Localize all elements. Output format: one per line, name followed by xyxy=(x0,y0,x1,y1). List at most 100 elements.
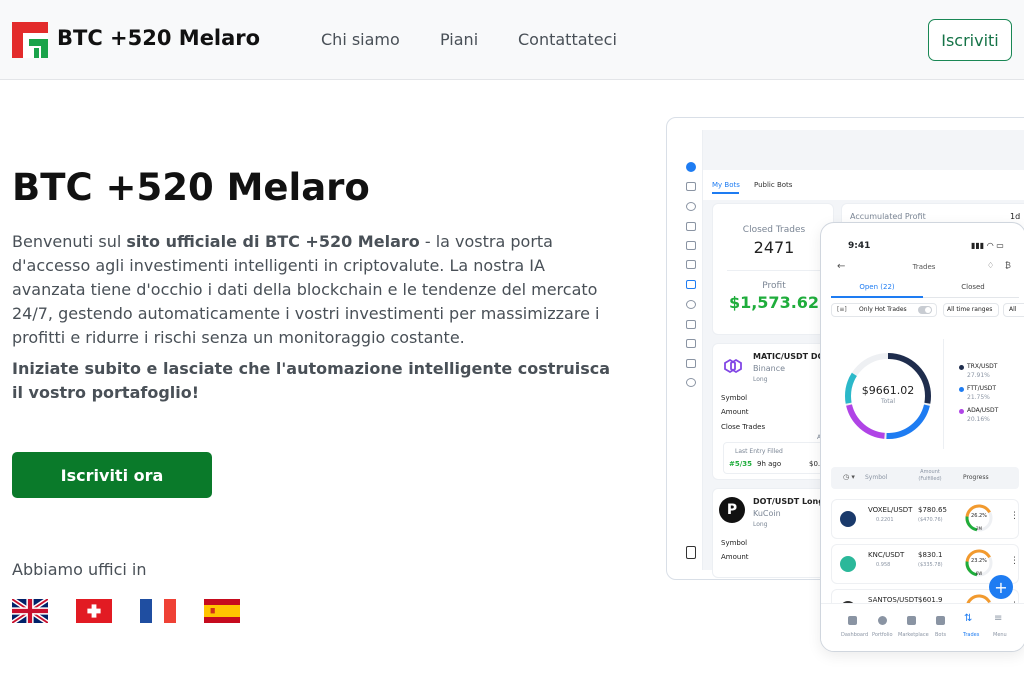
legend-divider xyxy=(943,339,944,449)
legend-dot xyxy=(959,365,964,370)
nav-trades-icon[interactable]: ⇅ xyxy=(964,613,972,624)
tab-active-indicator xyxy=(831,296,923,298)
signup-button[interactable]: Iscriviti xyxy=(928,19,1012,61)
column-progress[interactable]: Progress xyxy=(963,474,989,481)
hero-title: BTC +520 Melaro xyxy=(12,166,370,209)
bot-exchange: KuCoin xyxy=(753,509,781,518)
trade-row[interactable]: KNC/USDT 0.958 $830.1 ($335.78) 23.2% 6W… xyxy=(831,544,1019,584)
tab-active-indicator xyxy=(712,192,739,194)
column-symbol[interactable]: Symbol xyxy=(865,474,887,481)
sidebar-users-icon[interactable] xyxy=(686,339,696,348)
trade-sub: 0.958 xyxy=(876,562,891,568)
nav-marketplace-icon[interactable] xyxy=(907,616,916,625)
legend-name: ADA/USDT xyxy=(967,407,999,414)
bot-pair: MATIC/USDT DC xyxy=(753,352,824,361)
bottom-navigation: Dashboard Portfolio Marketplace Bots ⇅ T… xyxy=(821,603,1024,651)
more-options-icon[interactable]: ⋮ xyxy=(1010,556,1019,566)
legend-percent: 21.75% xyxy=(967,394,990,401)
bitcoin-icon[interactable]: ₿ xyxy=(1005,261,1011,270)
tab-open[interactable]: Open (22) xyxy=(831,283,923,291)
legend-percent: 20.16% xyxy=(967,416,990,423)
nav-dashboard-label[interactable]: Dashboard xyxy=(841,632,868,638)
mobile-app-screenshot: 9:41 ▮▮▮ ◠ ▭ ← Trades ♢ ₿ Open (22) Clos… xyxy=(820,222,1024,652)
legend-dot xyxy=(959,409,964,414)
polkadot-coin-icon: P xyxy=(719,497,745,523)
sidebar-terminal-icon[interactable] xyxy=(686,241,696,250)
field-close-trades: Close Trades xyxy=(721,423,766,431)
legend-name: TRX/USDT xyxy=(967,363,998,370)
signup-now-button[interactable]: Iscriviti ora xyxy=(12,452,212,498)
intro-text-start: Benvenuti sul xyxy=(12,232,127,251)
trade-symbol: KNC/USDT xyxy=(868,551,905,559)
sidebar-signals-icon[interactable] xyxy=(686,260,696,269)
trade-symbol: VOXEL/USDT xyxy=(868,506,913,514)
bell-icon[interactable]: ♢ xyxy=(987,261,994,270)
hot-trades-label: Only Hot Trades xyxy=(859,306,907,313)
profit-value: $1,573.62 xyxy=(728,293,820,312)
column-amount[interactable]: Amount (Fulfilled) xyxy=(915,469,945,483)
more-options-icon[interactable]: ⋮ xyxy=(1010,511,1019,521)
last-entry-label: Last Entry Filled xyxy=(735,448,783,455)
entry-count: #5/35 xyxy=(729,460,753,468)
progress-label: 2M xyxy=(976,526,982,531)
sidebar-settings-icon[interactable] xyxy=(686,378,696,387)
nav-link-contattateci[interactable]: Contattateci xyxy=(518,30,617,49)
cta-text: Iniziate subito e lasciate che l'automaz… xyxy=(12,359,611,402)
brand-logo-icon[interactable] xyxy=(12,22,48,58)
nav-portfolio-label[interactable]: Portfolio xyxy=(872,632,893,638)
status-time: 9:41 xyxy=(848,241,871,251)
nav-marketplace-label[interactable]: Marketplace xyxy=(898,632,929,638)
all-filter-label: All xyxy=(1009,306,1017,313)
brand-name[interactable]: BTC +520 Melaro xyxy=(57,26,260,50)
nav-link-chi-siamo[interactable]: Chi siamo xyxy=(321,30,400,49)
progress-value: 23.2% xyxy=(971,558,987,564)
sidebar-mobile-icon[interactable] xyxy=(686,546,696,559)
trade-row[interactable]: VOXEL/USDT 0.2201 $780.65 ($470.76) 26.2… xyxy=(831,499,1019,539)
nav-bots-label[interactable]: Bots xyxy=(935,632,946,638)
add-trade-button[interactable]: + xyxy=(989,575,1013,599)
sidebar-calendar-icon[interactable] xyxy=(686,320,696,329)
nav-menu-label[interactable]: Menu xyxy=(993,632,1007,638)
sidebar-watch-icon[interactable] xyxy=(686,300,696,309)
bot-card-matic[interactable]: MATIC/USDT DC Binance Long Symbol Amount… xyxy=(712,343,834,480)
trade-amount: $780.65 xyxy=(918,506,947,514)
tab-my-bots[interactable]: My Bots xyxy=(712,181,740,189)
nav-dashboard-icon[interactable] xyxy=(848,616,857,625)
accumulated-range[interactable]: 1d xyxy=(1010,212,1020,221)
bot-pair: DOT/USDT Long xyxy=(753,497,824,506)
france-flag-icon xyxy=(140,599,176,623)
bot-exchange: Binance xyxy=(753,364,786,373)
total-value: $9661.02 xyxy=(861,384,915,397)
progress-value: 26.2% xyxy=(971,513,987,519)
sidebar-bots-icon[interactable] xyxy=(686,280,696,289)
tabs-bar xyxy=(703,170,1024,200)
trade-amount: $830.1 xyxy=(918,551,943,559)
field-symbol: Symbol xyxy=(721,394,748,402)
history-icon[interactable]: ◷ ▾ xyxy=(843,473,855,481)
progress-label: 6W xyxy=(975,571,983,576)
nav-portfolio-icon[interactable] xyxy=(878,616,887,625)
time-range-label: All time ranges xyxy=(947,306,993,313)
sidebar-portfolio-icon[interactable] xyxy=(686,202,696,211)
stats-card: Closed Trades 2471 Profit $1,573.62 xyxy=(712,203,834,335)
nav-trades-label[interactable]: Trades xyxy=(963,632,979,638)
field-amount: Amount xyxy=(721,408,749,416)
nav-menu-icon[interactable]: ≡ xyxy=(994,613,1002,624)
sidebar-dashboard-icon[interactable] xyxy=(686,182,696,191)
coin-icon xyxy=(840,511,856,527)
last-entry-box xyxy=(723,442,825,474)
legend-name: FTT/USDT xyxy=(967,385,997,392)
legend-dot xyxy=(959,387,964,392)
nav-bots-icon[interactable] xyxy=(936,616,945,625)
entry-time: 9h ago xyxy=(757,460,782,468)
tab-closed[interactable]: Closed xyxy=(927,283,1019,291)
spain-flag-icon xyxy=(204,599,240,623)
profit-label: Profit xyxy=(762,281,786,291)
tab-public-bots[interactable]: Public Bots xyxy=(754,181,792,189)
sidebar-toggle-icon[interactable] xyxy=(686,162,696,172)
entry-value: $0. xyxy=(809,460,821,468)
bot-card-dot[interactable]: P DOT/USDT Long KuCoin Long Symbol Amoun… xyxy=(712,488,834,578)
sidebar-shop-icon[interactable] xyxy=(686,359,696,368)
sidebar-exchange-icon[interactable] xyxy=(686,222,696,231)
nav-link-piani[interactable]: Piani xyxy=(440,30,478,49)
